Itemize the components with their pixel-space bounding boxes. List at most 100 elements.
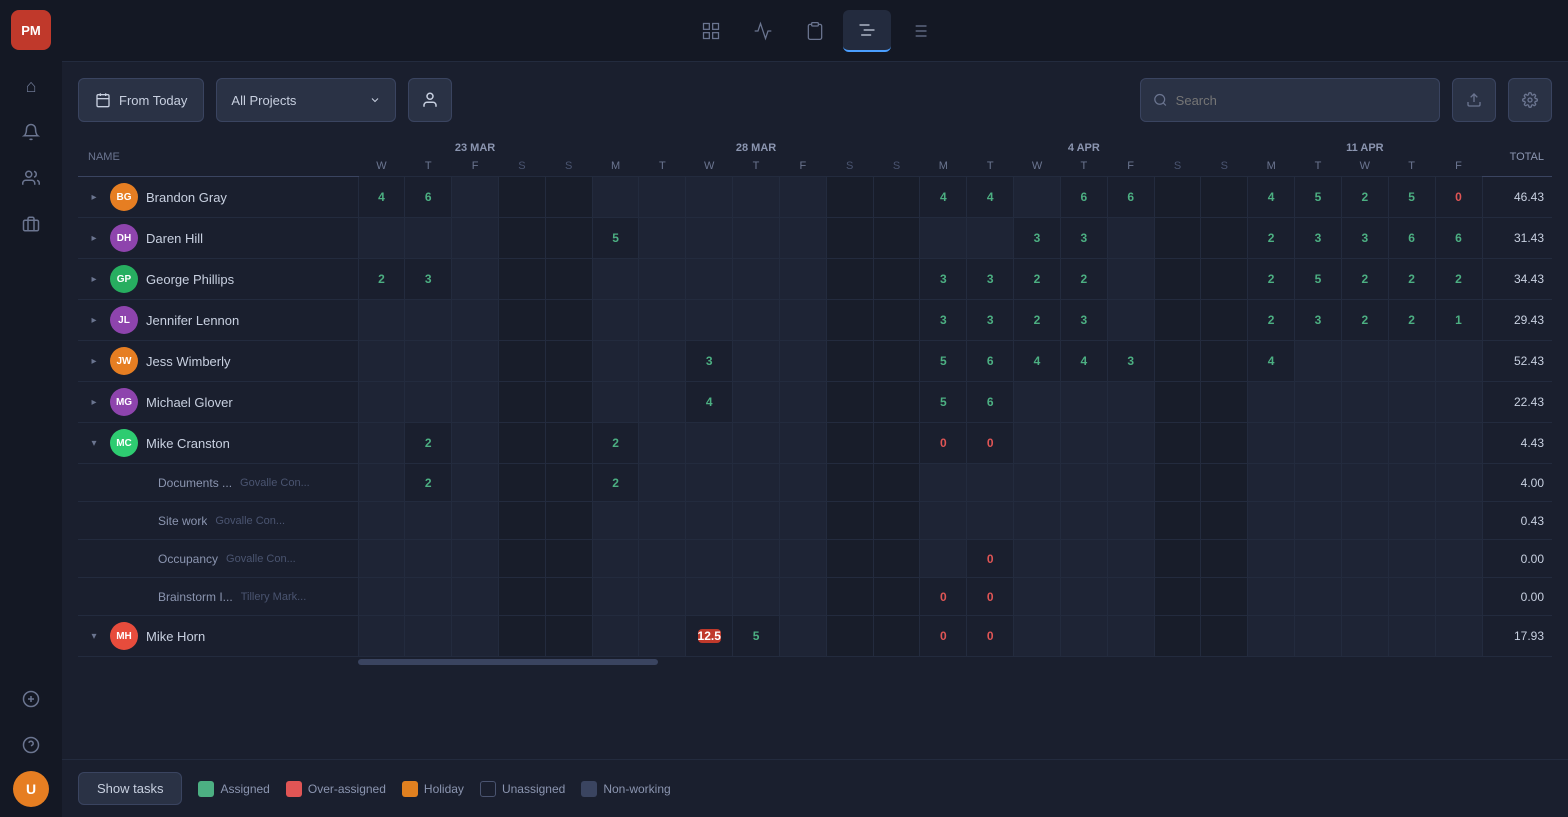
day-cell — [405, 502, 452, 540]
expand-button[interactable]: ▸ — [86, 189, 102, 205]
person-row: ▾ MC Mike Cranston 22004.43 — [78, 423, 1552, 464]
day-cell — [873, 300, 920, 341]
sidebar-home[interactable]: ⌂ — [11, 66, 51, 106]
day-cell — [452, 218, 499, 259]
unassigned-dot — [480, 781, 496, 797]
toolbar-clipboard-btn[interactable] — [791, 10, 839, 52]
day-cell: 4 — [1248, 177, 1295, 218]
day-f3: F — [1107, 156, 1154, 177]
search-input[interactable] — [1176, 93, 1427, 108]
show-tasks-button[interactable]: Show tasks — [78, 772, 182, 805]
day-cell — [733, 177, 780, 218]
day-w3: W — [1014, 156, 1061, 177]
day-cell — [1295, 616, 1342, 657]
day-cell — [1295, 502, 1342, 540]
day-cell — [498, 300, 545, 341]
toolbar-resource-btn[interactable] — [895, 10, 943, 52]
day-cell — [592, 502, 639, 540]
day-cell — [1435, 502, 1482, 540]
day-cell — [1341, 502, 1388, 540]
expand-button[interactable]: ▸ — [86, 271, 102, 287]
subtask-row: Brainstorm I... Tillery Mark... 000.00 — [78, 578, 1552, 616]
day-cell — [1107, 259, 1154, 300]
day-cell — [967, 218, 1014, 259]
day-w4: W — [1341, 156, 1388, 177]
day-cell — [826, 218, 873, 259]
day-cell — [498, 502, 545, 540]
person-name-cell: ▸ GP George Phillips — [78, 259, 358, 300]
day-cell — [733, 218, 780, 259]
day-cell — [873, 464, 920, 502]
day-cell — [873, 502, 920, 540]
day-cell: 2 — [1388, 259, 1435, 300]
toolbar-activity-btn[interactable] — [739, 10, 787, 52]
day-cell — [545, 423, 592, 464]
sidebar-add[interactable] — [11, 679, 51, 719]
day-s5: S — [1154, 156, 1201, 177]
day-cell — [826, 382, 873, 423]
day-cell — [779, 259, 826, 300]
day-cell — [686, 218, 733, 259]
day-cell — [686, 300, 733, 341]
day-cell — [920, 540, 967, 578]
subtask-project: Tillery Mark... — [241, 591, 307, 603]
day-cell: 4 — [686, 382, 733, 423]
expand-button[interactable]: ▾ — [86, 628, 102, 644]
day-cell — [1201, 578, 1248, 616]
day-cell: 2 — [405, 464, 452, 502]
subtask-name-cell: Site work Govalle Con... — [78, 502, 358, 540]
day-cell — [498, 177, 545, 218]
person-name: Daren Hill — [146, 231, 203, 246]
day-cell — [1107, 616, 1154, 657]
day-cell — [1154, 218, 1201, 259]
day-f2: F — [779, 156, 826, 177]
day-m3: M — [1248, 156, 1295, 177]
person-name: Michael Glover — [146, 395, 233, 410]
day-cell — [358, 423, 405, 464]
toolbar-gantt-btn[interactable] — [843, 10, 891, 52]
sidebar-projects[interactable] — [11, 204, 51, 244]
day-cell — [1107, 540, 1154, 578]
day-cell: 3 — [1060, 300, 1107, 341]
expand-button[interactable]: ▸ — [86, 394, 102, 410]
person-avatar: MG — [110, 388, 138, 416]
day-cell — [1201, 464, 1248, 502]
search-box[interactable] — [1140, 78, 1440, 122]
total-cell: 34.43 — [1482, 259, 1552, 300]
total-cell: 46.43 — [1482, 177, 1552, 218]
day-w1: W — [358, 156, 405, 177]
expand-button[interactable]: ▸ — [86, 353, 102, 369]
day-cell — [1435, 616, 1482, 657]
toolbar-search-btn[interactable] — [687, 10, 735, 52]
day-cell — [686, 423, 733, 464]
settings-button[interactable] — [1508, 78, 1552, 122]
day-cell — [1014, 464, 1061, 502]
day-cell — [639, 502, 686, 540]
person-filter-button[interactable] — [408, 78, 452, 122]
day-cell — [1295, 423, 1342, 464]
from-today-button[interactable]: From Today — [78, 78, 204, 122]
day-cell — [545, 382, 592, 423]
expand-button[interactable]: ▸ — [86, 230, 102, 246]
day-cell — [592, 259, 639, 300]
name-col-header: NAME — [78, 138, 358, 177]
sidebar-people[interactable] — [11, 158, 51, 198]
user-avatar[interactable]: U — [13, 771, 49, 807]
day-cell: 4 — [967, 177, 1014, 218]
sidebar-notifications[interactable] — [11, 112, 51, 152]
day-m1: M — [592, 156, 639, 177]
projects-dropdown[interactable]: All Projects — [216, 78, 396, 122]
day-cell — [545, 341, 592, 382]
export-button[interactable] — [1452, 78, 1496, 122]
person-row: ▸ DH Daren Hill 5332336631.43 — [78, 218, 1552, 259]
day-cell: 3 — [920, 259, 967, 300]
subtask-task: Site work — [126, 514, 207, 528]
day-cell: 5 — [1295, 177, 1342, 218]
week-11apr-header: 11 APR — [1248, 138, 1482, 156]
expand-button[interactable]: ▸ — [86, 312, 102, 328]
expand-button[interactable]: ▾ — [86, 435, 102, 451]
sidebar-help[interactable] — [11, 725, 51, 765]
day-cell — [1107, 578, 1154, 616]
day-cell: 6 — [1388, 218, 1435, 259]
day-cell — [733, 300, 780, 341]
